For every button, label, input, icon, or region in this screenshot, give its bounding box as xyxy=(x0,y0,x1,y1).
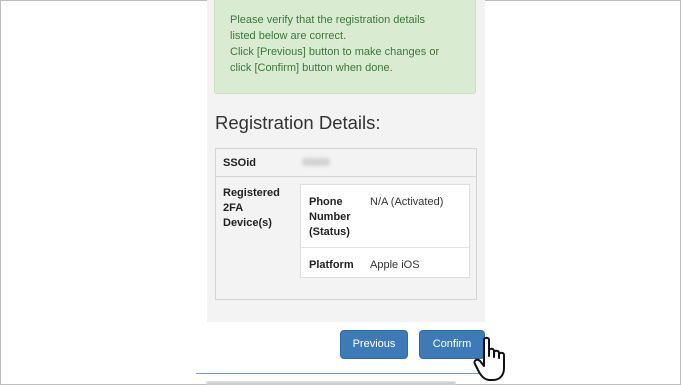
device-label-line: Device(s) xyxy=(223,217,272,229)
phone-label-line: (Status) xyxy=(309,226,350,238)
footer-divider xyxy=(196,373,486,374)
ssoid-row: SSOid xyxy=(216,149,476,177)
page-title: Registration Details: xyxy=(215,112,381,133)
alert-line: listed below are correct. xyxy=(230,30,347,42)
previous-button[interactable]: Previous xyxy=(340,330,408,359)
phone-label-line: Phone xyxy=(309,196,343,208)
device-details-table: Phone Number (Status) N/A (Activated) Pl… xyxy=(300,184,470,278)
registration-details-table: SSOid Registered 2FA Device(s) Phone Num… xyxy=(215,148,477,300)
phone-label-line: Number xyxy=(309,211,351,223)
phone-status-value: N/A (Activated) xyxy=(370,196,444,208)
platform-label: Platform xyxy=(309,259,354,271)
ssoid-value xyxy=(302,158,330,166)
footer-text xyxy=(206,381,456,385)
device-label-line: 2FA xyxy=(223,202,244,214)
hand-pointer-icon xyxy=(473,336,505,381)
row-divider xyxy=(301,247,469,248)
platform-value: Apple iOS xyxy=(370,259,420,271)
device-label-line: Registered xyxy=(223,187,280,199)
alert-line: Please verify that the registration deta… xyxy=(230,14,426,26)
alert-line: click [Confirm] button when done. xyxy=(230,62,393,74)
verification-alert: Please verify that the registration deta… xyxy=(214,0,476,94)
ssoid-label: SSOid xyxy=(223,157,257,169)
alert-line: Click [Previous] button to make changes … xyxy=(230,46,440,58)
